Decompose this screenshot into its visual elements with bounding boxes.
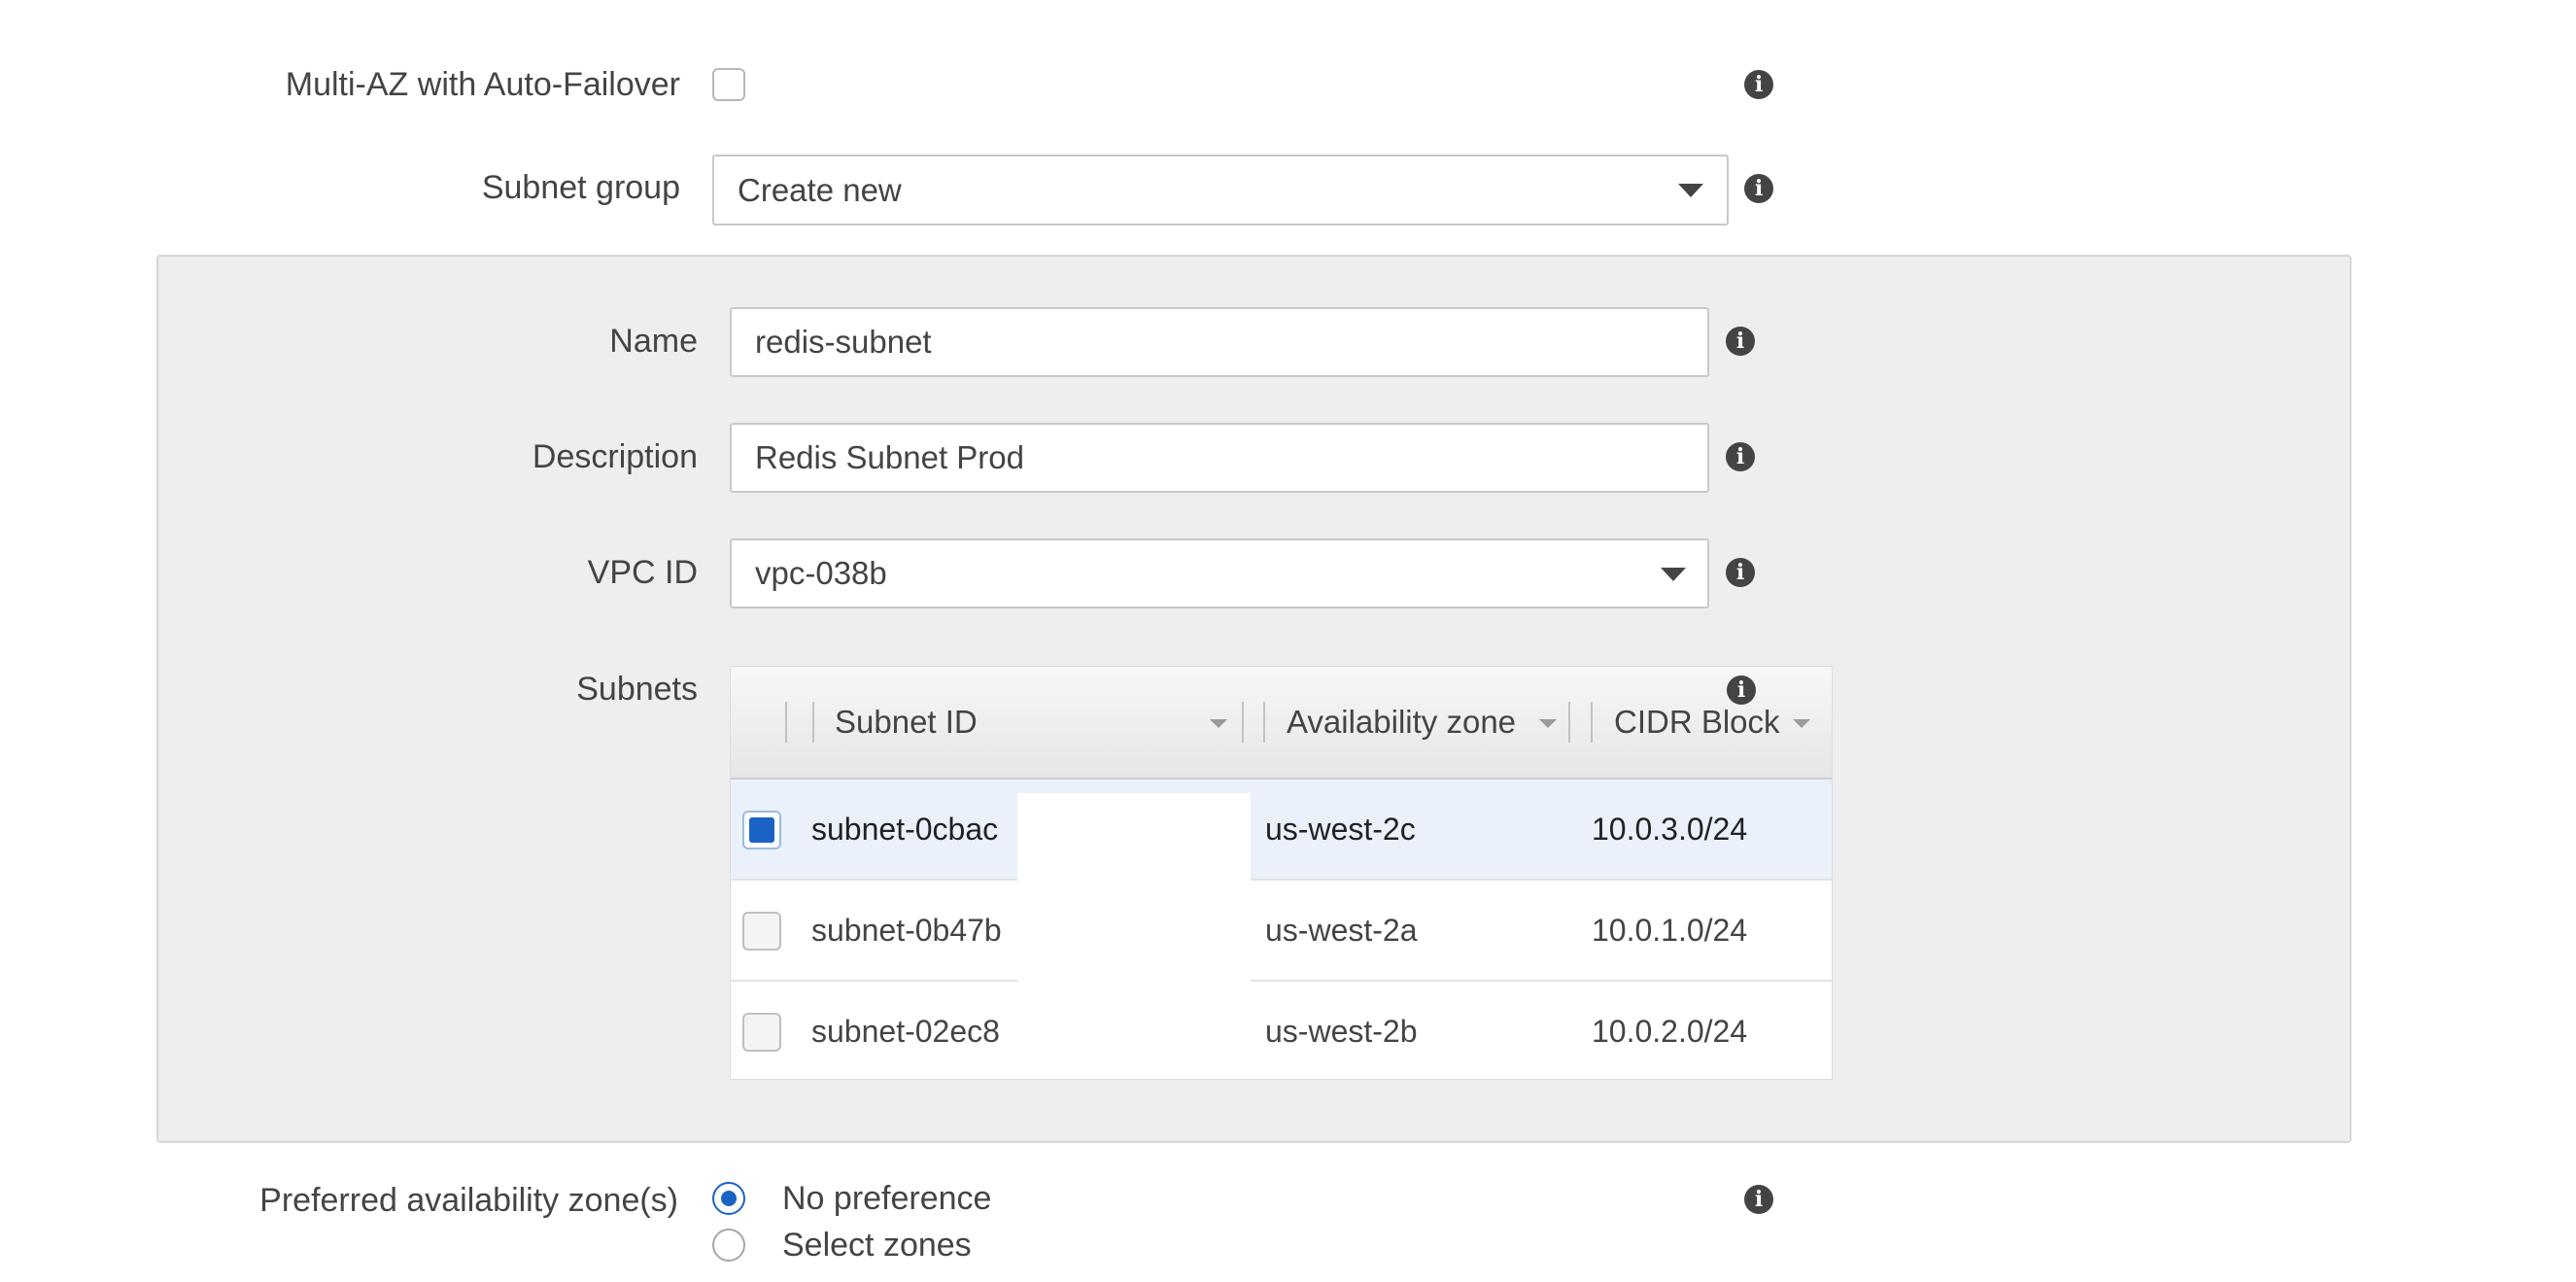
description-input[interactable]: Redis Subnet Prod: [730, 423, 1709, 493]
name-label: Name: [609, 323, 698, 360]
table-row[interactable]: subnet-0b47b us-west-2a 10.0.1.0/24: [731, 881, 1832, 982]
preferred-az-label: Preferred availability zone(s): [259, 1182, 678, 1219]
subnets-label: Subnets: [576, 671, 698, 708]
az-cell: us-west-2c: [1265, 812, 1416, 847]
table-row[interactable]: subnet-0cbac us-west-2c 10.0.3.0/24: [731, 780, 1832, 881]
subnet-group-value: Create new: [738, 171, 902, 208]
name-value: redis-subnet: [755, 324, 932, 360]
cidr-cell: 10.0.2.0/24: [1592, 1014, 1748, 1049]
column-separator: [785, 702, 787, 743]
table-row[interactable]: subnet-02ec8 us-west-2b 10.0.2.0/24: [731, 982, 1832, 1083]
sort-icon[interactable]: [1210, 719, 1227, 728]
subnet-id-cell: subnet-0cbac: [811, 812, 999, 847]
multi-az-label: Multi-AZ with Auto-Failover: [285, 66, 680, 103]
info-icon[interactable]: i: [1726, 558, 1755, 587]
info-icon[interactable]: i: [1744, 174, 1773, 203]
sort-icon[interactable]: [1539, 719, 1557, 728]
info-icon[interactable]: i: [1744, 1185, 1773, 1214]
subnets-table: Subnet ID Availability zone CIDR Block i…: [730, 666, 1833, 1080]
az-cell: us-west-2a: [1265, 913, 1418, 948]
vpc-id-label: VPC ID: [587, 554, 698, 591]
vpc-id-value: vpc-038b: [755, 555, 887, 591]
subnet-id-redaction: [1017, 793, 1251, 1075]
no-preference-radio[interactable]: [712, 1182, 745, 1215]
cidr-cell: 10.0.1.0/24: [1592, 913, 1748, 948]
az-cell: us-west-2b: [1265, 1014, 1418, 1049]
select-zones-radio[interactable]: [712, 1229, 745, 1262]
row-checkbox[interactable]: [742, 1013, 781, 1052]
column-header-subnet-id[interactable]: Subnet ID: [835, 702, 978, 743]
row-checkbox[interactable]: [742, 912, 781, 951]
subnets-table-header: Subnet ID Availability zone CIDR Block: [731, 667, 1832, 780]
row-checkbox[interactable]: [742, 811, 781, 849]
chevron-down-icon: [1678, 184, 1703, 197]
vpc-id-select[interactable]: vpc-038b: [730, 538, 1709, 608]
column-separator: [1568, 702, 1570, 743]
column-header-availability-zone[interactable]: Availability zone: [1287, 702, 1516, 743]
subnet-group-select[interactable]: Create new: [712, 155, 1729, 225]
info-icon[interactable]: i: [1744, 70, 1773, 99]
column-header-cidr-block[interactable]: CIDR Block: [1614, 702, 1780, 743]
sort-icon[interactable]: [1793, 719, 1810, 728]
description-value: Redis Subnet Prod: [755, 439, 1025, 475]
multi-az-checkbox[interactable]: [712, 68, 745, 101]
no-preference-label[interactable]: No preference: [782, 1180, 991, 1218]
column-separator: [1242, 702, 1244, 743]
column-separator: [812, 702, 814, 743]
subnet-id-cell: subnet-02ec8: [811, 1014, 1000, 1049]
column-separator: [1591, 702, 1593, 743]
chevron-down-icon: [1661, 568, 1686, 581]
info-icon[interactable]: i: [1726, 327, 1755, 356]
info-icon[interactable]: i: [1727, 676, 1756, 705]
select-zones-label[interactable]: Select zones: [782, 1227, 972, 1265]
description-label: Description: [532, 438, 698, 475]
name-input[interactable]: redis-subnet: [730, 307, 1709, 377]
cidr-cell: 10.0.3.0/24: [1592, 812, 1748, 847]
column-separator: [1263, 702, 1265, 743]
vpc-id-redaction: [903, 550, 932, 597]
subnet-id-cell: subnet-0b47b: [811, 913, 1002, 948]
subnet-group-label: Subnet group: [481, 169, 680, 206]
info-icon[interactable]: i: [1726, 442, 1755, 471]
